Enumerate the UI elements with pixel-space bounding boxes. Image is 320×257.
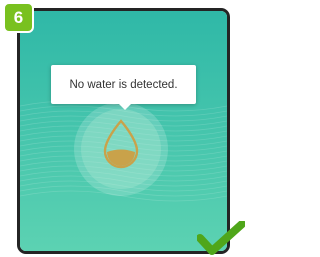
water-sensor-background [20,11,227,251]
checkmark-icon [197,221,245,255]
tooltip-arrow [119,104,131,110]
phone-screen: No water is detected. [17,8,230,254]
step-badge: 6 [3,2,34,33]
status-tooltip: No water is detected. [51,65,196,110]
tooltip-message: No water is detected. [69,78,178,91]
